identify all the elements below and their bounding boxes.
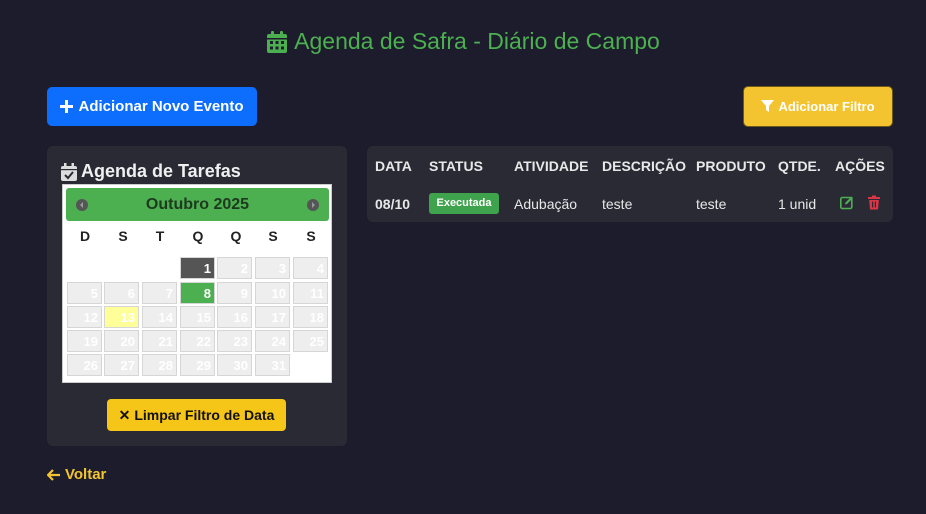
calendar-day[interactable]: 2 — [217, 257, 252, 279]
weekday-header: D — [79, 228, 91, 244]
calendar-day[interactable]: 29 — [180, 354, 215, 376]
calendar-day[interactable]: 23 — [217, 330, 252, 352]
calendar-day[interactable]: 4 — [293, 257, 328, 279]
calendar-icon — [267, 30, 288, 53]
calendar-day[interactable]: 15 — [180, 306, 215, 328]
back-label: Voltar — [65, 466, 107, 483]
calendar-day[interactable]: 20 — [104, 330, 139, 352]
column-header: ATIVIDADE — [514, 158, 589, 174]
page-title: Agenda de Safra - Diário de Campo — [0, 28, 926, 55]
add-event-label: Adicionar Novo Evento — [78, 98, 244, 115]
column-header: DATA — [375, 158, 412, 174]
back-link[interactable]: Voltar — [47, 466, 106, 483]
calendar-day[interactable]: 5 — [67, 282, 102, 304]
agenda-panel: Agenda de Tarefas Outubro 2025 D S T Q Q… — [47, 146, 347, 446]
weekday-header: Q — [192, 228, 204, 244]
column-header: QTDE. — [778, 158, 821, 174]
agenda-title-text: Agenda de Tarefas — [81, 161, 241, 181]
close-icon: ✕ — [118, 406, 131, 423]
clear-date-filter-label: Limpar Filtro de Data — [134, 407, 275, 423]
cell-quantity: 1 unid — [778, 196, 817, 212]
column-header: PRODUTO — [696, 158, 766, 174]
calendar-day-selected[interactable]: 8 — [180, 282, 215, 304]
plus-icon — [60, 100, 74, 113]
calendar-day[interactable]: 12 — [67, 306, 102, 328]
calendar-day[interactable]: 31 — [255, 354, 290, 376]
page-title-text: Agenda de Safra - Diário de Campo — [294, 28, 660, 54]
calendar-day[interactable]: 17 — [255, 306, 290, 328]
calendar-day[interactable]: 11 — [293, 282, 328, 304]
weekday-header: S — [268, 228, 278, 244]
filter-icon — [761, 100, 775, 112]
date-calendar: Outubro 2025 D S T Q Q S S 1 2 3 4 5 6 7… — [62, 184, 332, 383]
cell-product: teste — [696, 196, 727, 212]
calendar-day-today[interactable]: 13 — [104, 306, 139, 328]
calendar-day[interactable]: 25 — [293, 330, 328, 352]
calendar-day[interactable]: 26 — [67, 354, 102, 376]
status-badge: Executada — [429, 193, 499, 214]
trash-icon[interactable] — [867, 195, 881, 210]
calendar-day[interactable]: 22 — [180, 330, 215, 352]
calendar-day[interactable]: 24 — [255, 330, 290, 352]
calendar-day[interactable]: 27 — [104, 354, 139, 376]
calendar-empty-cell — [67, 257, 102, 279]
cell-description: teste — [602, 196, 633, 212]
calendar-day[interactable]: 7 — [142, 282, 177, 304]
calendar-day[interactable]: 6 — [104, 282, 139, 304]
calendar-day[interactable]: 10 — [255, 282, 290, 304]
calendar-day[interactable]: 21 — [142, 330, 177, 352]
weekday-header: T — [155, 228, 165, 244]
add-event-button[interactable]: Adicionar Novo Evento — [47, 87, 257, 126]
events-table: DATA STATUS ATIVIDADE DESCRIÇÃO PRODUTO … — [367, 146, 893, 222]
clear-date-filter-button[interactable]: ✕ Limpar Filtro de Data — [107, 399, 286, 431]
calendar-day[interactable]: 9 — [217, 282, 252, 304]
edit-icon[interactable] — [840, 195, 854, 210]
cell-activity: Adubação — [514, 196, 578, 212]
column-header: DESCRIÇÃO — [602, 158, 687, 174]
add-filter-label: Adicionar Filtro — [778, 99, 875, 114]
add-filter-button[interactable]: Adicionar Filtro — [744, 87, 892, 126]
calendar-check-icon — [61, 162, 77, 181]
calendar-day[interactable]: 14 — [142, 306, 177, 328]
column-header: STATUS — [429, 158, 483, 174]
cell-date: 08/10 — [375, 196, 411, 212]
calendar-day[interactable]: 3 — [255, 257, 290, 279]
calendar-day[interactable]: 16 — [217, 306, 252, 328]
calendar-day[interactable]: 28 — [142, 354, 177, 376]
weekday-header: S — [306, 228, 316, 244]
column-header: AÇÕES — [835, 158, 885, 174]
agenda-title: Agenda de Tarefas — [61, 161, 241, 182]
calendar-day[interactable]: 18 — [293, 306, 328, 328]
calendar-day[interactable]: 30 — [217, 354, 252, 376]
calendar-day[interactable]: 19 — [67, 330, 102, 352]
calendar-month-label: Outubro 2025 — [145, 196, 250, 213]
calendar-day[interactable]: 1 — [180, 257, 215, 279]
calendar-header: Outubro 2025 — [66, 188, 329, 221]
weekday-header: Q — [230, 228, 242, 244]
weekday-header: S — [118, 228, 128, 244]
arrow-left-icon — [47, 468, 60, 481]
next-month-icon[interactable] — [307, 199, 319, 211]
